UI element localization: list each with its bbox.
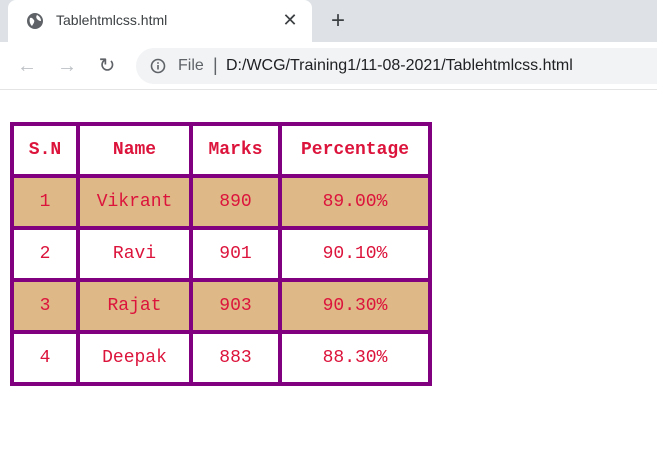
url-text[interactable]: D:/WCG/Training1/11-08-2021/Tablehtmlcss… bbox=[226, 57, 573, 75]
reload-icon[interactable]: ↻ bbox=[95, 54, 119, 78]
cell-marks: 890 bbox=[189, 174, 282, 230]
cell-name: Deepak bbox=[76, 330, 193, 386]
header-sn: S.N bbox=[10, 122, 80, 178]
cell-marks: 883 bbox=[189, 330, 282, 386]
globe-icon bbox=[27, 13, 43, 29]
cell-sn: 3 bbox=[10, 278, 80, 334]
cell-name: Ravi bbox=[76, 226, 193, 282]
header-percentage: Percentage bbox=[278, 122, 432, 178]
browser-toolbar: ← → ↻ File | D:/WCG/Training1/11-08-2021… bbox=[0, 42, 657, 90]
cell-marks: 903 bbox=[189, 278, 282, 334]
forward-arrow-icon[interactable]: → bbox=[55, 54, 79, 78]
cell-percentage: 90.30% bbox=[278, 278, 432, 334]
cell-sn: 4 bbox=[10, 330, 80, 386]
header-row: S.N Name Marks Percentage bbox=[10, 122, 432, 178]
table-row: 1 Vikrant 890 89.00% bbox=[10, 174, 432, 230]
close-icon[interactable]: ✕ bbox=[280, 10, 300, 30]
browser-tab[interactable]: Tablehtmlcss.html ✕ bbox=[8, 0, 312, 42]
chip-separator: | bbox=[213, 55, 218, 75]
cell-percentage: 89.00% bbox=[278, 174, 432, 230]
table-row: 3 Rajat 903 90.30% bbox=[10, 278, 432, 334]
address-bar[interactable]: File | D:/WCG/Training1/11-08-2021/Table… bbox=[136, 48, 657, 84]
back-arrow-icon[interactable]: ← bbox=[15, 54, 39, 78]
cell-percentage: 90.10% bbox=[278, 226, 432, 282]
cell-sn: 1 bbox=[10, 174, 80, 230]
header-name: Name bbox=[76, 122, 193, 178]
table-row: 2 Ravi 901 90.10% bbox=[10, 226, 432, 282]
scheme-chip[interactable]: File bbox=[178, 57, 204, 75]
page-content: S.N Name Marks Percentage 1 Vikrant 890 … bbox=[0, 91, 657, 458]
tab-strip: Tablehtmlcss.html ✕ + bbox=[0, 0, 657, 42]
marks-table: S.N Name Marks Percentage 1 Vikrant 890 … bbox=[10, 122, 432, 386]
table-row: 4 Deepak 883 88.30% bbox=[10, 330, 432, 386]
cell-name: Vikrant bbox=[76, 174, 193, 230]
info-icon[interactable] bbox=[150, 58, 166, 74]
new-tab-button[interactable]: + bbox=[326, 9, 350, 33]
cell-percentage: 88.30% bbox=[278, 330, 432, 386]
cell-name: Rajat bbox=[76, 278, 193, 334]
tab-title: Tablehtmlcss.html bbox=[56, 12, 168, 28]
header-marks: Marks bbox=[189, 122, 282, 178]
cell-marks: 901 bbox=[189, 226, 282, 282]
cell-sn: 2 bbox=[10, 226, 80, 282]
